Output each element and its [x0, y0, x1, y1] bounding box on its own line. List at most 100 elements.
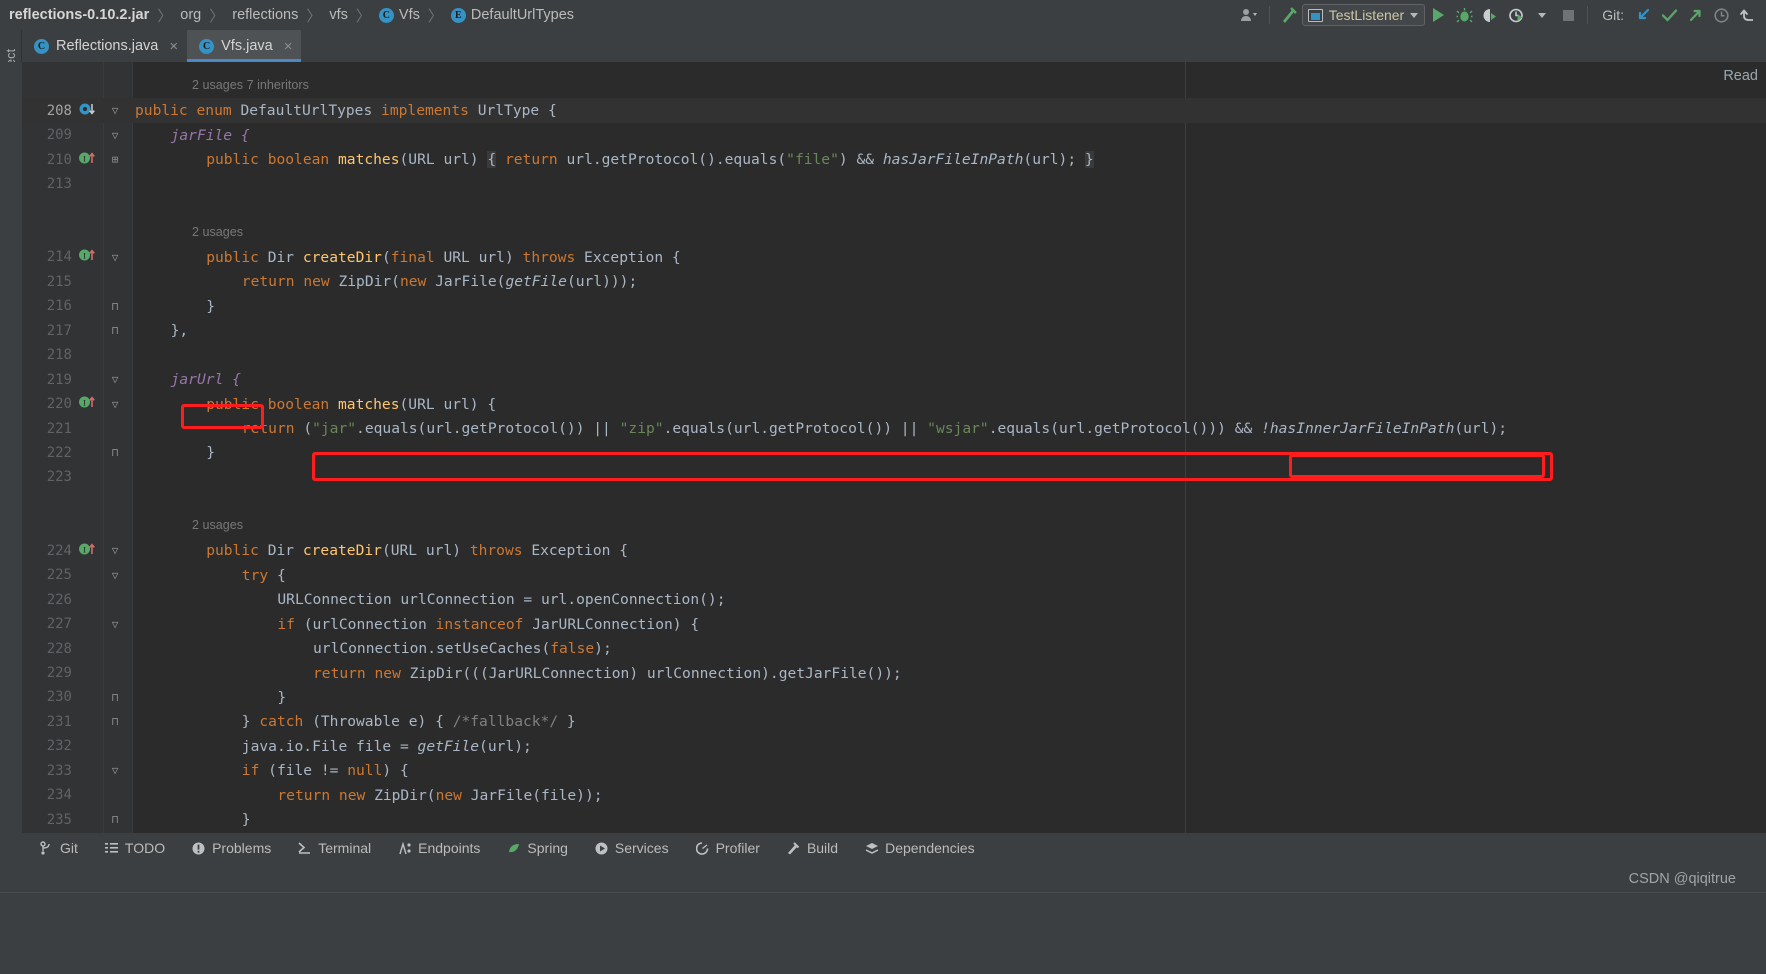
code-line[interactable]: 224I▽public Dir createDir(URL url) throw…	[22, 539, 1766, 563]
code-line[interactable]: 219▽jarUrl {	[22, 367, 1766, 391]
code-line[interactable]: 225▽try {	[22, 563, 1766, 587]
code-line[interactable]	[22, 196, 1766, 220]
close-icon[interactable]: ×	[169, 38, 178, 55]
code-line[interactable]: 217⊓},	[22, 319, 1766, 343]
profiler-dropdown[interactable]	[1529, 0, 1555, 30]
code-line[interactable]: 222⊓}	[22, 441, 1766, 465]
code-line[interactable]: 233▽if (file != null) {	[22, 759, 1766, 783]
code-token: new	[303, 273, 338, 290]
git-update-icon[interactable]	[1630, 0, 1656, 30]
code-line[interactable]: 220I▽public boolean matches(URL url) {	[22, 392, 1766, 416]
code-fold-marker[interactable]: ▽	[108, 618, 122, 631]
code-line[interactable]: 235⊓}	[22, 808, 1766, 832]
code-line[interactable]: 223	[22, 465, 1766, 489]
inlay-usage-hint[interactable]: 2 usages	[192, 225, 243, 239]
code-text: return new ZipDir(new JarFile(file));	[135, 787, 603, 804]
code-fold-marker[interactable]: ▽	[108, 764, 122, 777]
code-line[interactable]: 221return ("jar".equals(url.getProtocol(…	[22, 416, 1766, 440]
tool-window-button[interactable]: Spring	[493, 833, 580, 863]
editor-tab[interactable]: CReflections.java×	[22, 30, 187, 62]
tool-window-button[interactable]: TODO	[91, 833, 178, 863]
code-line[interactable]: 209▽jarFile {	[22, 123, 1766, 147]
code-fold-marker[interactable]: ⊓	[108, 324, 122, 337]
code-fold-marker[interactable]: ▽	[108, 104, 122, 117]
run-configuration-selector[interactable]: TestListener	[1302, 4, 1425, 26]
build-hammer-icon[interactable]	[1276, 0, 1302, 30]
override-method-gutter-icon[interactable]: I	[78, 394, 98, 414]
code-line[interactable]: 230⊓}	[22, 685, 1766, 709]
code-line[interactable]	[22, 490, 1766, 514]
git-rollback-icon[interactable]	[1734, 0, 1760, 30]
breadcrumb-item[interactable]: reflections	[232, 7, 298, 23]
code-fold-marker[interactable]: ⊓	[108, 715, 122, 728]
inlay-usage-hint[interactable]: 2 usages 7 inheritors	[192, 78, 309, 92]
tool-window-button[interactable]: Profiler	[682, 833, 773, 863]
override-method-gutter-icon[interactable]: I	[78, 150, 98, 170]
code-line[interactable]: 218	[22, 343, 1766, 367]
breadcrumb-item[interactable]: org	[180, 7, 201, 23]
code-line[interactable]: 232java.io.File file = getFile(url);	[22, 734, 1766, 758]
code-fold-marker[interactable]: ⊓	[108, 813, 122, 826]
tool-window-button[interactable]: Endpoints	[384, 833, 493, 863]
code-token: ) {	[382, 762, 408, 779]
git-push-icon[interactable]	[1682, 0, 1708, 30]
stop-button[interactable]	[1555, 0, 1581, 30]
code-token: hasJarFileInPath	[883, 151, 1024, 168]
breadcrumb-item[interactable]: reflections-0.10.2.jar	[9, 7, 149, 23]
code-fold-marker[interactable]: ▽	[108, 251, 122, 264]
code-fold-marker[interactable]: ▽	[108, 129, 122, 142]
code-line[interactable]: 229return new ZipDir(((JarURLConnection)…	[22, 661, 1766, 685]
breadcrumb-item[interactable]: vfs	[329, 7, 348, 23]
code-fold-marker[interactable]: ⊓	[108, 446, 122, 459]
run-with-coverage-button[interactable]	[1477, 0, 1503, 30]
code-line[interactable]: 214I▽public Dir createDir(final URL url)…	[22, 245, 1766, 269]
code-fold-marker[interactable]: ▽	[108, 544, 122, 557]
code-editor[interactable]: Read 2 usages 7 inheritors208▽public enu…	[22, 62, 1766, 833]
code-line[interactable]: 228urlConnection.setUseCaches(false);	[22, 636, 1766, 660]
user-settings-icon[interactable]	[1237, 0, 1263, 30]
code-fold-marker[interactable]: ▽	[108, 398, 122, 411]
tool-window-button[interactable]: Services	[581, 833, 682, 863]
code-line[interactable]: 210I⊞public boolean matches(URL url) { r…	[22, 147, 1766, 171]
tool-window-button[interactable]: Problems	[178, 833, 284, 863]
code-line[interactable]: 227▽if (urlConnection instanceof JarURLC…	[22, 612, 1766, 636]
code-line[interactable]: 213	[22, 172, 1766, 196]
code-fold-marker[interactable]: ▽	[108, 569, 122, 582]
spring-leaf-icon	[506, 841, 521, 856]
code-token: "jar"	[312, 420, 356, 437]
tool-window-button[interactable]: Terminal	[284, 833, 384, 863]
override-method-gutter-icon[interactable]: I	[78, 247, 98, 267]
bookmark-gutter-icon[interactable]	[78, 101, 98, 121]
profiler-button[interactable]	[1503, 0, 1529, 30]
tool-window-button[interactable]: Build	[773, 833, 851, 863]
code-token: (	[303, 420, 312, 437]
code-fold-marker[interactable]: ⊞	[108, 153, 122, 166]
run-button[interactable]	[1425, 0, 1451, 30]
code-line[interactable]: 226URLConnection urlConnection = url.ope…	[22, 587, 1766, 611]
code-fold-marker[interactable]: ▽	[108, 373, 122, 386]
editor-tab[interactable]: CVfs.java×	[187, 30, 301, 62]
tool-window-button[interactable]: Dependencies	[851, 833, 988, 863]
debug-button[interactable]	[1451, 0, 1477, 30]
code-fold-marker[interactable]: ⊓	[108, 300, 122, 313]
code-token: return	[505, 151, 567, 168]
close-icon[interactable]: ×	[284, 38, 293, 55]
code-lines[interactable]: 2 usages 7 inheritors 208▽public enum Def…	[22, 62, 1766, 833]
code-line[interactable]: 234return new ZipDir(new JarFile(file));	[22, 783, 1766, 807]
breadcrumb-item[interactable]: CVfs	[379, 7, 420, 23]
breadcrumb[interactable]: reflections-0.10.2.jar〉org〉reflections〉v…	[0, 0, 574, 30]
code-line[interactable]: 215return new ZipDir(new JarFile(getFile…	[22, 270, 1766, 294]
code-line[interactable]: 231⊓} catch (Throwable e) { /*fallback*/…	[22, 710, 1766, 734]
inlay-usage-hint[interactable]: 2 usages	[192, 518, 243, 532]
code-line[interactable]: 216⊓}	[22, 294, 1766, 318]
override-method-gutter-icon[interactable]: I	[78, 541, 98, 561]
breadcrumb-item[interactable]: EDefaultUrlTypes	[451, 7, 574, 23]
git-history-icon[interactable]	[1708, 0, 1734, 30]
code-text: }	[135, 811, 251, 828]
code-line[interactable]: 208▽public enum DefaultUrlTypes implemen…	[22, 98, 1766, 122]
code-fold-marker[interactable]: ⊓	[108, 691, 122, 704]
code-token: (Throwable e) {	[312, 713, 453, 730]
git-commit-icon[interactable]	[1656, 0, 1682, 30]
tool-window-button[interactable]: Git	[26, 833, 91, 863]
line-number: 221	[22, 421, 72, 437]
